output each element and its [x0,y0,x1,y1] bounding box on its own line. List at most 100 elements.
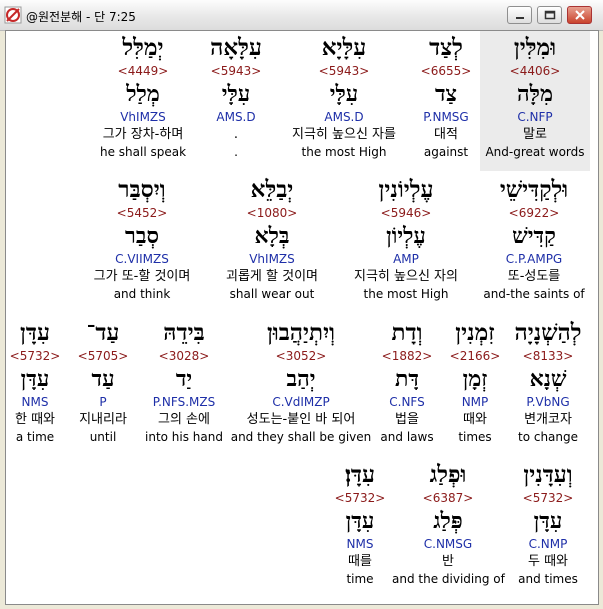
lemma: עִלָּי [221,81,251,107]
word-block[interactable]: עִלָּאָה <5943> עִלָּי AMS.D . . [196,33,276,160]
word-block[interactable]: עִדָּן <5732> עִדָּן NMS 한 때와 a time [6,318,64,445]
morphology-code[interactable]: AMP [340,251,472,267]
morphology-code[interactable]: C.NMP [508,536,588,552]
word-block[interactable]: עֶלְיוֹנִין <5946> עֶלְיוֹן AMP 지극히 높으신 … [340,175,472,302]
korean-gloss: 그가 또-할 것이며 [93,269,191,284]
english-gloss: and think [113,287,171,301]
word-block[interactable]: לְהַשְׁנָיָה <8133> שְׁנָא P.VbNG 변개코자 t… [510,318,586,445]
english-gloss: until [89,430,117,444]
strong-number[interactable]: <1882> [376,348,438,364]
lemma: סְבַר [125,223,159,249]
word-block[interactable]: עִדָּן׃ <5732> עִדָּן NMS 때를 time [330,460,390,587]
word-block[interactable]: וּפְלַג <6387> פְּלַג C.NMSG 반 and the d… [392,460,505,587]
lemma: צַד [434,81,458,107]
strong-number[interactable]: <5705> [72,348,134,364]
morphology-code[interactable]: C.VdIMZP [230,394,372,410]
word-block[interactable]: וְיִסְבַּר <5452> סְבַר C.VIIMZS 그가 또-할 … [82,175,202,302]
korean-gloss: 그가 장차-하며 [102,127,184,142]
strong-number[interactable]: <5946> [340,205,472,221]
strong-number[interactable]: <1080> [212,205,332,221]
hebrew-word: וְיִתְיַהֲבוּן [266,319,336,346]
word-block[interactable]: וְדָת <1882> דָּת C.NFS 법을 and laws [376,318,438,445]
lemma: מְלַל [126,81,160,107]
hebrew-word: עִלָּיָא [321,34,367,61]
strong-number[interactable]: <5943> [196,63,276,79]
lemma: עִדָּן [533,508,563,534]
word-block[interactable]: וְעִדָּנִין <5732> עִדָּן C.NMP 두 때와 and… [508,460,588,587]
korean-gloss: 그의 손에 [158,412,210,427]
morphology-code[interactable]: NMS [6,394,64,410]
maximize-button[interactable] [537,6,562,24]
lemma: פְּלַג [433,508,463,534]
strong-number[interactable]: <6387> [392,490,504,506]
morphology-code[interactable]: VhIMZS [212,251,332,267]
word-block[interactable]: עַד־ <5705> עַד P 지내리라 until [72,318,134,445]
korean-gloss: 성도는-붙인 바 되어 [246,412,356,427]
lemma: זְמָן [462,366,488,392]
lemma: יַד [175,366,193,392]
hebrew-word: וְדָת [391,319,423,346]
word-block[interactable]: זִמְנִין <2166> זְמָן NMP 때와 times [446,318,504,445]
strong-number[interactable]: <3028> [142,348,226,364]
strong-number[interactable]: <5732> [330,490,390,506]
korean-gloss: 대적 [434,127,458,142]
korean-gloss: 법을 [395,412,419,427]
english-gloss: and laws [380,430,434,444]
strong-number[interactable]: <4449> [90,63,196,79]
word-block[interactable]: וְיִתְיַהֲבוּן <3052> יְהַב C.VdIMZP 성도는… [230,318,372,445]
interlinear-panel: וּמִלִּין <4406> מִלָּה C.NFP 말로 And-gre… [5,30,599,605]
morphology-code[interactable]: AMS.D [196,109,276,125]
morphology-code[interactable]: P [72,394,134,410]
word-block[interactable]: וּלְקַדִּישֵׁי <6922> קַדִּישׁ C.P.AMPG … [476,175,592,302]
word-block[interactable]: וּמִלִּין <4406> מִלָּה C.NFP 말로 And-gre… [480,31,590,171]
morphology-code[interactable]: VhIMZS [90,109,196,125]
word-block[interactable]: עִלָּיָא <5943> עִלָּי AMS.D 지극히 높으신 자를 … [282,33,406,160]
hebrew-word: עִדָּן [20,319,50,346]
morphology-code[interactable]: C.VIIMZS [82,251,202,267]
english-gloss: to change [517,430,579,444]
korean-gloss: 말로 [523,127,547,142]
korean-gloss: 변개코자 [524,412,572,427]
word-block[interactable]: לְצַד <6655> צַד P.NMSG 대적 against [406,33,486,160]
morphology-code[interactable]: P.VbNG [510,394,586,410]
korean-gloss: 반 [442,554,454,569]
morphology-code[interactable]: NMS [330,536,390,552]
korean-gloss: 두 때와 [527,554,568,569]
morphology-code[interactable]: P.NFS.MZS [142,394,226,410]
morphology-code[interactable]: C.NFP [480,109,590,125]
korean-gloss: . [233,127,239,142]
morphology-code[interactable]: AMS.D [282,109,406,125]
english-gloss: against [423,145,469,159]
english-gloss: a time [15,430,55,444]
korean-gloss: 지내리라 [79,412,127,427]
word-block[interactable]: יְמַלִּל <4449> מְלַל VhIMZS 그가 장차-하며 he… [90,33,196,160]
morphology-code[interactable]: C.NFS [376,394,438,410]
lemma: עֶלְיוֹן [386,223,426,249]
strong-number[interactable]: <5732> [508,490,588,506]
strong-number[interactable]: <2166> [446,348,504,364]
strong-number[interactable]: <4406> [480,63,590,79]
english-gloss: and they shall be given [230,430,372,444]
word-block[interactable]: בִּידֵהּ <3028> יַד P.NFS.MZS 그의 손에 into… [142,318,226,445]
strong-number[interactable]: <8133> [510,348,586,364]
maximize-icon [544,10,556,20]
minimize-button[interactable] [507,6,532,24]
strong-number[interactable]: <6922> [476,205,592,221]
english-gloss: into his hand [145,430,223,444]
lemma: שְׁנָא [529,366,567,392]
strong-number[interactable]: <5943> [282,63,406,79]
close-button[interactable] [567,6,592,24]
hebrew-word: זִמְנִין [455,319,495,346]
strong-number[interactable]: <5732> [6,348,64,364]
english-gloss: he shall speak [99,145,187,159]
english-gloss: time [346,572,374,586]
strong-number[interactable]: <6655> [406,63,486,79]
morphology-code[interactable]: P.NMSG [406,109,486,125]
morphology-code[interactable]: C.P.AMPG [476,251,592,267]
strong-number[interactable]: <3052> [230,348,372,364]
korean-gloss: 한 때와 [14,412,55,427]
strong-number[interactable]: <5452> [82,205,202,221]
morphology-code[interactable]: C.NMSG [392,536,504,552]
morphology-code[interactable]: NMP [446,394,504,410]
word-block[interactable]: יְבַלֵּא <1080> בְּלָא VhIMZS 괴롭게 할 것이며 … [212,175,332,302]
